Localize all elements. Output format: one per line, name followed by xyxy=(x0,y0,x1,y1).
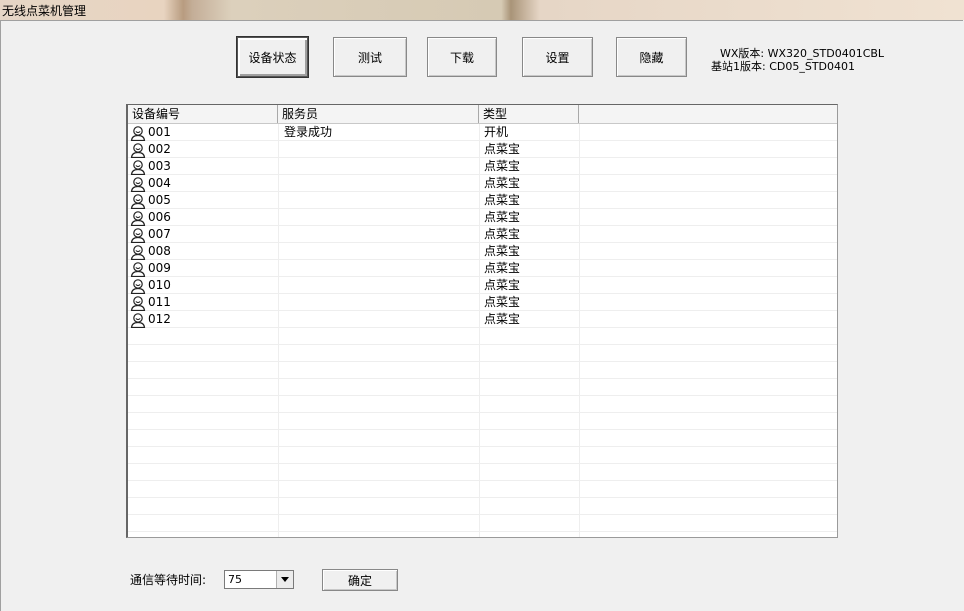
device-id-cell: 008 xyxy=(130,243,171,260)
device-id-cell: 003 xyxy=(130,158,171,175)
type-cell: 点菜宝 xyxy=(484,193,521,207)
device-list-header: 设备编号 服务员 类型 xyxy=(128,105,837,124)
user-icon xyxy=(130,159,146,175)
user-icon xyxy=(130,193,146,209)
title-bar[interactable]: 无线点菜机管理 xyxy=(0,0,964,20)
type-cell: 点菜宝 xyxy=(484,159,521,173)
device-list-body: 001 登录成功 开机 002 点菜宝 003 点菜宝 004 点菜宝 005 点菜宝 006 点菜宝 0… xyxy=(128,124,837,537)
device-id: 007 xyxy=(148,227,171,241)
device-id: 001 xyxy=(148,125,171,139)
grid-line xyxy=(128,463,837,464)
waiter-cell: 登录成功 xyxy=(284,125,333,139)
device-id-cell: 005 xyxy=(130,192,171,209)
type-cell: 点菜宝 xyxy=(484,244,521,258)
grid-line xyxy=(128,514,837,515)
ok-button[interactable]: 确定 xyxy=(322,569,398,591)
type-cell: 点菜宝 xyxy=(484,295,521,309)
user-icon xyxy=(130,295,146,311)
grid-line xyxy=(128,361,837,362)
device-id-cell: 004 xyxy=(130,175,171,192)
device-id-cell: 012 xyxy=(130,311,171,328)
column-header-device-id[interactable]: 设备编号 xyxy=(128,105,278,123)
device-id: 010 xyxy=(148,278,171,292)
user-icon xyxy=(130,125,146,141)
grid-line xyxy=(128,429,837,430)
chevron-down-icon xyxy=(281,577,289,582)
user-icon xyxy=(130,244,146,260)
table-row[interactable]: 002 点菜宝 xyxy=(128,141,837,158)
table-row[interactable]: 004 点菜宝 xyxy=(128,175,837,192)
device-id: 009 xyxy=(148,261,171,275)
window-title: 无线点菜机管理 xyxy=(2,4,87,18)
device-id-cell: 006 xyxy=(130,209,171,226)
type-cell: 点菜宝 xyxy=(484,278,521,292)
table-row[interactable]: 006 点菜宝 xyxy=(128,209,837,226)
device-id: 003 xyxy=(148,159,171,173)
table-row[interactable]: 008 点菜宝 xyxy=(128,243,837,260)
device-id: 011 xyxy=(148,295,171,309)
table-row[interactable]: 010 点菜宝 xyxy=(128,277,837,294)
device-id: 012 xyxy=(148,312,171,326)
type-cell: 点菜宝 xyxy=(484,142,521,156)
table-row[interactable]: 012 点菜宝 xyxy=(128,311,837,328)
user-icon xyxy=(130,210,146,226)
column-header-type[interactable]: 类型 xyxy=(479,105,579,123)
grid-line xyxy=(128,531,837,532)
grid-line xyxy=(128,395,837,396)
type-cell: 点菜宝 xyxy=(484,176,521,190)
device-list[interactable]: 设备编号 服务员 类型 001 登录成功 开机 002 点菜宝 003 点菜宝 004 点菜宝 0… xyxy=(126,104,838,538)
grid-line xyxy=(128,412,837,413)
grid-line xyxy=(128,446,837,447)
grid-line xyxy=(128,344,837,345)
timeout-value: 75 xyxy=(228,573,242,586)
timeout-select[interactable]: 75 xyxy=(224,570,294,589)
column-header-empty xyxy=(579,105,837,123)
user-icon xyxy=(130,142,146,158)
timeout-label: 通信等待时间: xyxy=(130,573,207,587)
settings-button[interactable]: 设置 xyxy=(522,37,593,77)
type-cell: 开机 xyxy=(484,125,509,139)
device-id-cell: 009 xyxy=(130,260,171,277)
column-header-waiter[interactable]: 服务员 xyxy=(278,105,479,123)
user-icon xyxy=(130,227,146,243)
table-row[interactable]: 005 点菜宝 xyxy=(128,192,837,209)
type-cell: 点菜宝 xyxy=(484,227,521,241)
dropdown-button[interactable] xyxy=(276,571,293,588)
type-cell: 点菜宝 xyxy=(484,210,521,224)
table-row[interactable]: 009 点菜宝 xyxy=(128,260,837,277)
user-icon xyxy=(130,176,146,192)
grid-line xyxy=(128,480,837,481)
device-id-cell: 007 xyxy=(130,226,171,243)
device-id-cell: 011 xyxy=(130,294,171,311)
device-id: 002 xyxy=(148,142,171,156)
device-status-button[interactable]: 设备状态 xyxy=(237,37,308,77)
user-icon xyxy=(130,312,146,328)
device-id-cell: 010 xyxy=(130,277,171,294)
device-id: 005 xyxy=(148,193,171,207)
device-id: 006 xyxy=(148,210,171,224)
table-row[interactable]: 011 点菜宝 xyxy=(128,294,837,311)
device-id: 004 xyxy=(148,176,171,190)
test-button[interactable]: 测试 xyxy=(333,37,407,77)
hide-button[interactable]: 隐藏 xyxy=(616,37,687,77)
grid-line xyxy=(128,497,837,498)
device-id: 008 xyxy=(148,244,171,258)
table-row[interactable]: 003 点菜宝 xyxy=(128,158,837,175)
base-station-version: 基站1版本: CD05_STD0401 xyxy=(711,60,856,73)
device-id-cell: 002 xyxy=(130,141,171,158)
table-row[interactable]: 007 点菜宝 xyxy=(128,226,837,243)
user-icon xyxy=(130,278,146,294)
grid-line xyxy=(128,378,837,379)
type-cell: 点菜宝 xyxy=(484,261,521,275)
user-icon xyxy=(130,261,146,277)
type-cell: 点菜宝 xyxy=(484,312,521,326)
download-button[interactable]: 下载 xyxy=(427,37,497,77)
table-row[interactable]: 001 登录成功 开机 xyxy=(128,124,837,141)
device-id-cell: 001 xyxy=(130,124,171,141)
